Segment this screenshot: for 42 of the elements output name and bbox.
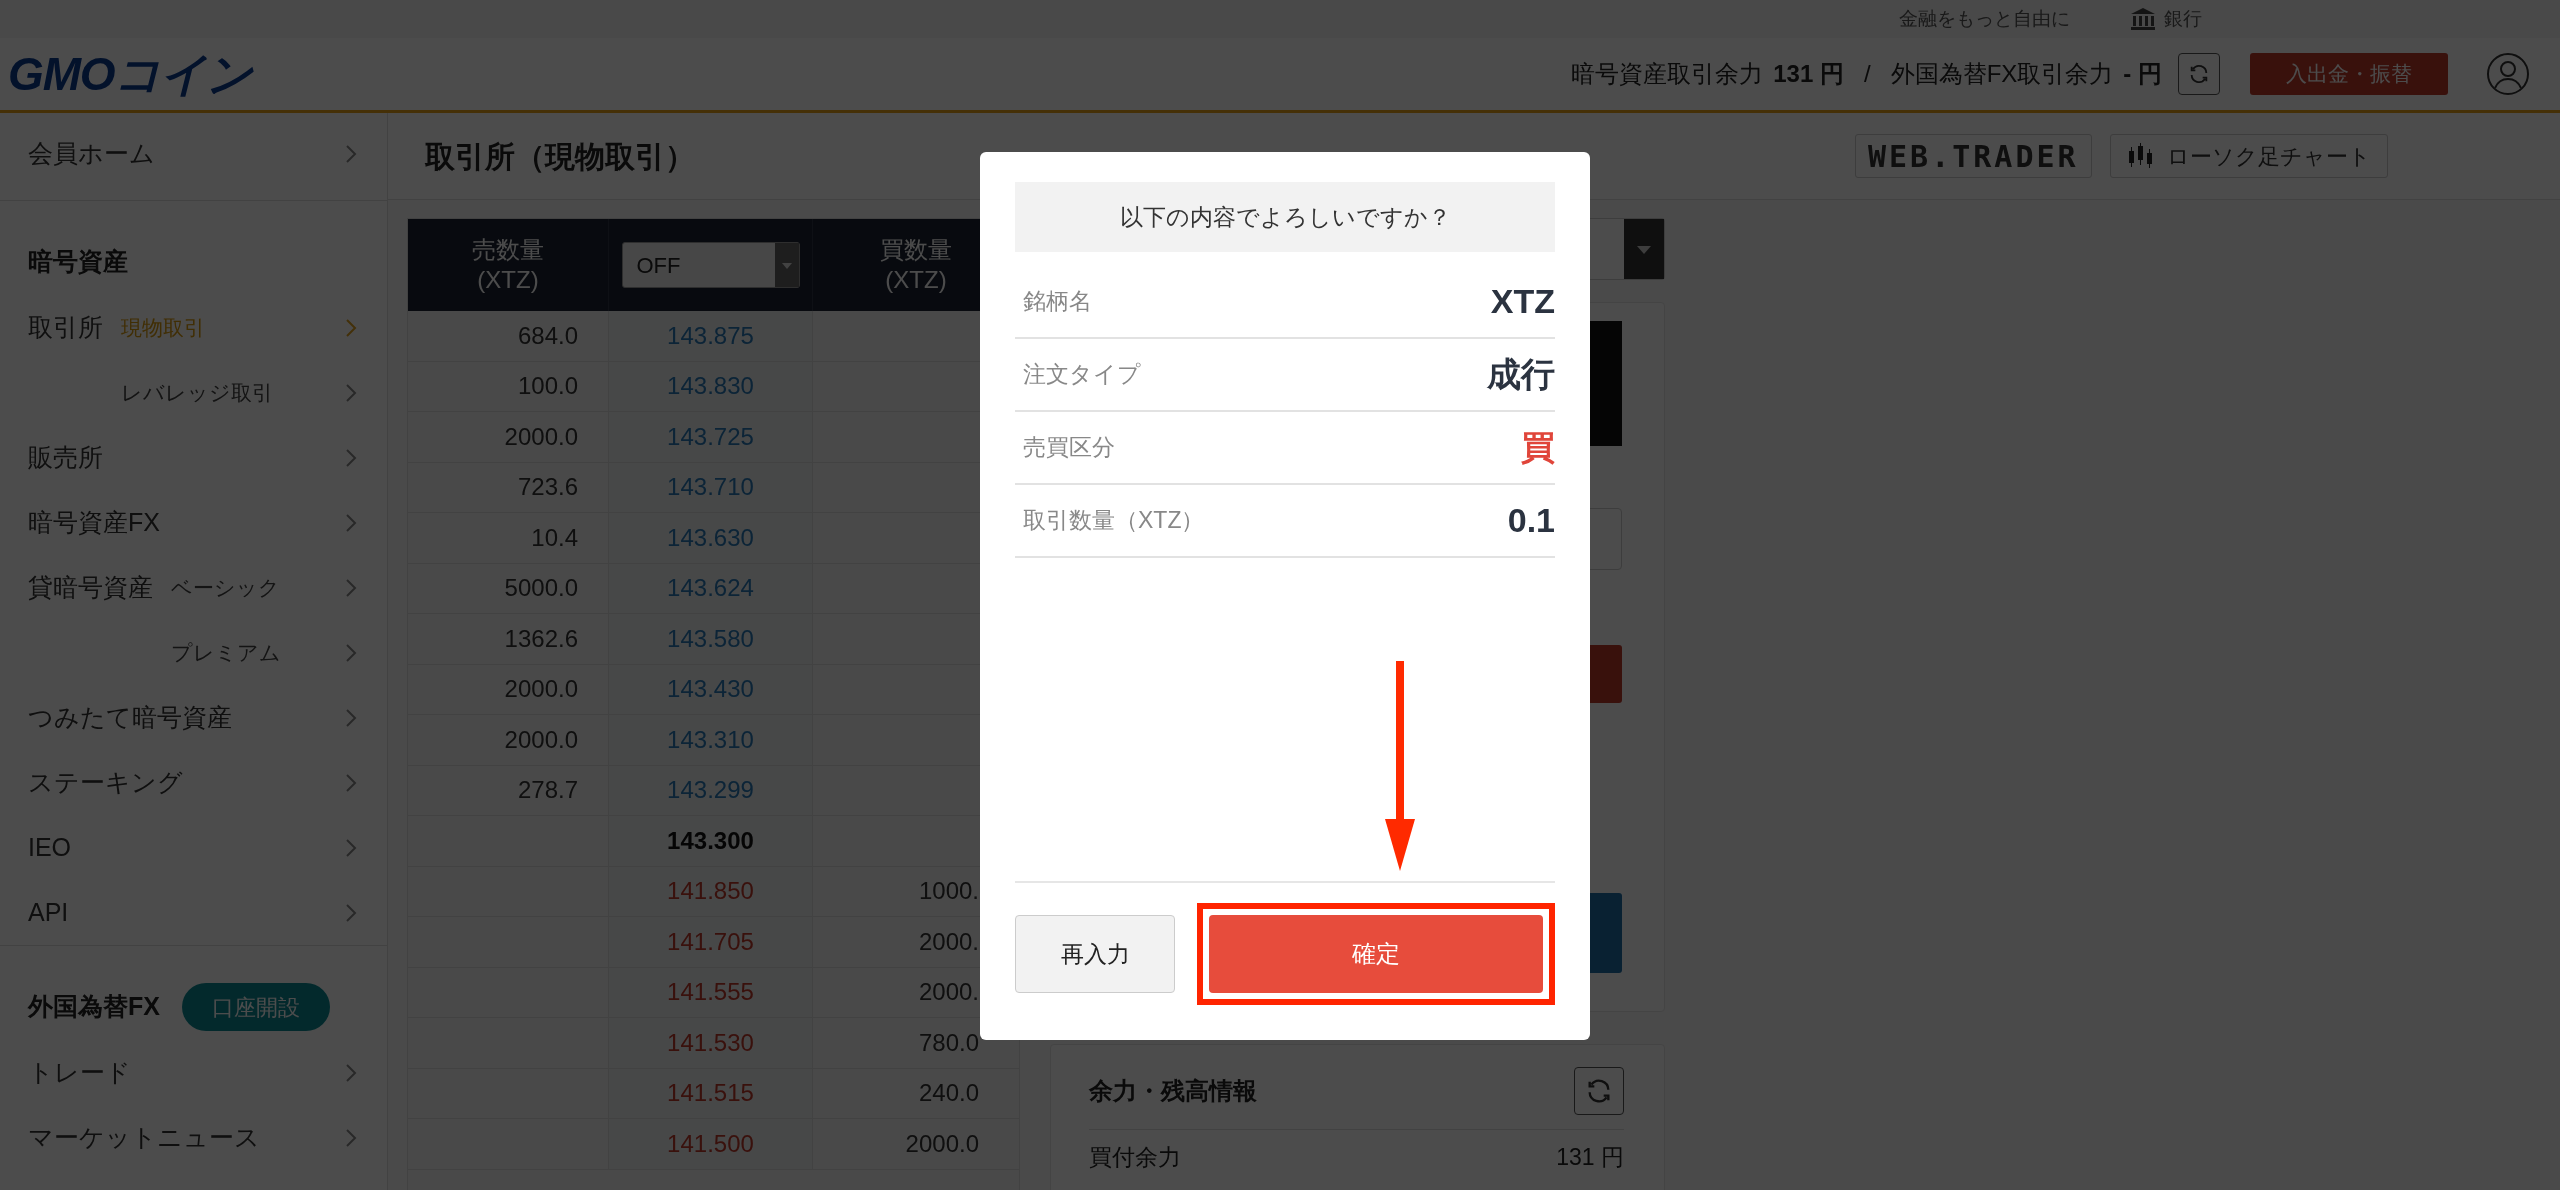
sell-quantity: 100.0 [517,371,578,402]
balance-value: 131 円 [1773,59,1844,89]
page-title: 取引所（現物取引） [425,138,695,175]
buy-quantity: 2000. [918,926,979,957]
field-label: 売買区分 [1023,433,1115,463]
sell-quantity: 684.0 [517,320,578,351]
balance-label: 外国為替FX取引余力 [1890,59,2114,89]
sell-quantity: 2000.0 [504,421,578,452]
buy-quantity: 2000. [918,977,979,1008]
sell-quantity: 1362.6 [504,623,578,654]
column-header: 買数量 (XTZ) [879,235,953,295]
sell-quantity: 10.4 [531,522,578,553]
sidebar-group-label: 貸暗号資産 [28,571,154,603]
column-header: 売数量 (XTZ) [471,235,545,295]
sell-quantity: 2000.0 [504,674,578,705]
section-heading: 外国為替FX [28,991,160,1023]
field-value: 成行 [1487,354,1555,395]
confirm-button[interactable]: 確定 [1209,915,1543,993]
buy-quantity: 1000. [918,876,979,907]
sell-quantity: 5000.0 [504,573,578,604]
sell-quantity: 278.7 [517,775,578,806]
buy-quantity: 2000.0 [905,1128,979,1159]
balance-label: 買付余力 [1089,1143,1181,1172]
dialog-question: 以下の内容でよろしいですか？ [1015,182,1555,252]
field-value: XTZ [1490,281,1555,322]
field-value: 0.1 [1507,500,1555,541]
section-heading: 暗号資産 [28,246,128,278]
field-label: 取引数量（XTZ） [1023,506,1205,536]
sell-quantity: 723.6 [517,472,578,503]
sell-quantity: 2000.0 [504,724,578,755]
separator-slash: / [1863,59,1872,89]
buy-quantity: 240.0 [918,1078,979,1109]
balance-value: - 円 [2123,59,2162,89]
reenter-button[interactable]: 再入力 [1015,915,1175,993]
buy-quantity: 780.0 [918,1027,979,1058]
field-value: 買 [1521,427,1555,468]
balance-label: 暗号資産取引余力 [1571,59,1764,89]
field-label: 銘柄名 [1023,287,1092,317]
sidebar-group-label: 取引所 [28,311,104,343]
balance-value: 131 円 [1556,1143,1624,1172]
field-label: 注文タイプ [1023,360,1141,390]
card-title: 余力・残高情報 [1089,1076,1257,1106]
